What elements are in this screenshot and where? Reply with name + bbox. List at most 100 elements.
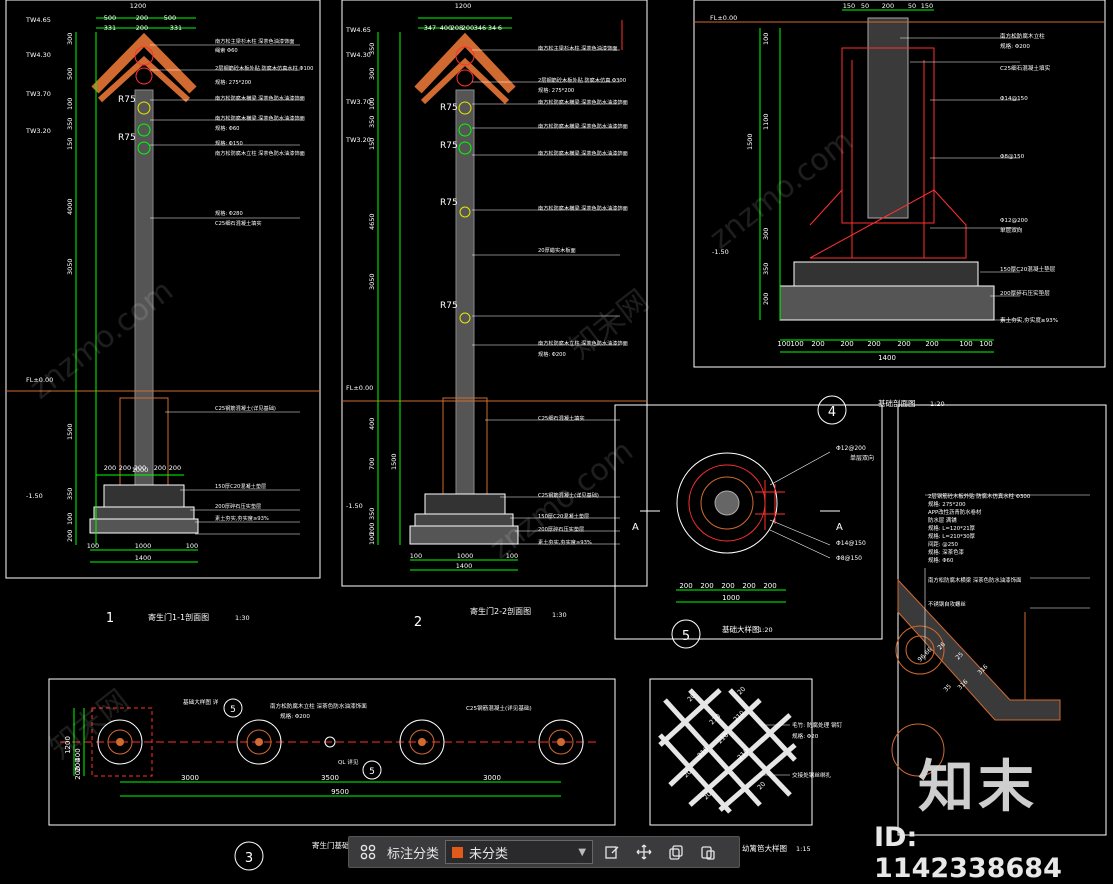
note-label: 南方松防腐木横梁 深茶色防水油漆饰面 bbox=[538, 122, 628, 130]
note-label: 规格: Φ280 bbox=[215, 209, 243, 217]
edit-icon[interactable] bbox=[599, 839, 625, 865]
level-marker: -1.50 bbox=[346, 502, 363, 510]
dimension-label: 1400 bbox=[135, 554, 152, 562]
dimension-label: 200 bbox=[867, 340, 880, 348]
note-label: 南方松防腐木立柱 深茶色防水油漆饰面 bbox=[270, 702, 367, 710]
sheet-scale: 1:30 bbox=[235, 614, 250, 622]
note-label: 素土夯实,夯实度≥93% bbox=[1000, 316, 1058, 324]
brand-id: ID: 1142338684 bbox=[874, 822, 1062, 884]
dimension-label: 100 bbox=[87, 542, 99, 550]
dimension-label: 1200 bbox=[455, 2, 472, 10]
note-label: 南方松防腐木横梁 深茶色防水油漆饰面 bbox=[928, 576, 1022, 584]
level-marker: TW4.65 bbox=[25, 16, 51, 24]
note-label: 规格: Φ200 bbox=[538, 350, 566, 358]
note-label: 防水层 满铺 bbox=[928, 516, 957, 524]
brand-logo: 知末 bbox=[918, 755, 1038, 820]
note-label: 南方松防腐木立柱 深茶色防水油漆饰面 bbox=[215, 149, 305, 157]
note-label: 规格: Φ60 bbox=[928, 556, 954, 564]
dimension-label: 150 bbox=[66, 138, 74, 150]
note-label: 规格: Φ20 bbox=[792, 732, 819, 740]
paste-icon[interactable] bbox=[695, 839, 721, 865]
dimension-label: 3050 bbox=[66, 258, 74, 275]
sheet-title: 幼篱笆大样图 bbox=[742, 843, 787, 853]
note-label: 200厚碎石压实垫层 bbox=[1000, 289, 1050, 297]
sheet-number: 5 bbox=[682, 629, 690, 644]
note-label: 南方松防腐木横梁 深茶色防水油漆饰面 bbox=[538, 204, 628, 212]
dimension-label: 200 bbox=[897, 340, 910, 348]
dimension-label: 1500 bbox=[746, 133, 754, 150]
dimension-label: 1000 bbox=[722, 594, 740, 602]
note-label: 规格: L=210*30厚 bbox=[928, 532, 976, 540]
note-label: 素土夯实,夯实度≥93% bbox=[215, 514, 269, 522]
dimension-label: 1200 bbox=[130, 2, 147, 10]
dimension-label: 200 bbox=[925, 340, 938, 348]
note-label: Φ8@150 bbox=[1000, 154, 1025, 160]
note-label: Φ12@200 bbox=[1000, 218, 1028, 224]
dimension-label: 200 bbox=[66, 530, 74, 542]
sheet-number: 4 bbox=[828, 405, 836, 420]
dimension-label: 500 bbox=[104, 14, 116, 22]
note-label: 2层钢筋砼木板外贴 防腐木仿真 Φ300 bbox=[538, 76, 626, 84]
note-label: 单层双向 bbox=[850, 454, 874, 462]
dimension-label: 350 bbox=[66, 118, 74, 130]
radius-label: R75 bbox=[440, 103, 458, 113]
dimension-label: 350 bbox=[368, 508, 376, 520]
category-color-swatch bbox=[452, 846, 464, 858]
dimension-label: 200 bbox=[762, 293, 770, 305]
note-label: 间距: @250 bbox=[928, 540, 959, 548]
dimension-label: 200 bbox=[136, 14, 148, 22]
note-label: C25细石混凝土填实 bbox=[538, 414, 585, 422]
grid-icon[interactable] bbox=[355, 839, 381, 865]
dimension-label: 100 bbox=[762, 33, 770, 45]
dimension-label: 1000 bbox=[457, 552, 474, 560]
note-label: 2层钢筋砼木板外贴 防腐木仿真水柱 Φ100 bbox=[215, 64, 313, 72]
dimension-label: 200 bbox=[811, 340, 824, 348]
dimension-label: 700 bbox=[368, 458, 376, 470]
level-marker: TW4.30 bbox=[25, 51, 51, 59]
note-label: 绳索 Φ60 bbox=[215, 46, 238, 54]
dimension-label: 350 bbox=[762, 263, 770, 275]
dimension-label: 4000 bbox=[66, 198, 74, 215]
move-icon[interactable] bbox=[631, 839, 657, 865]
dimension-label: 3000 bbox=[483, 774, 501, 782]
dimension-label: 20 bbox=[756, 780, 768, 792]
dimension-label: 350 bbox=[368, 43, 376, 55]
dimension-label: 350 bbox=[368, 116, 376, 128]
dimension-label: 200 bbox=[679, 582, 692, 590]
note-label: 150厚C20混凝土垫层 bbox=[1000, 265, 1056, 273]
watermark-text: znzmo.com bbox=[703, 123, 859, 256]
dimension-label: 200 bbox=[462, 24, 474, 32]
dimension-label: 200 bbox=[840, 340, 853, 348]
level-marker: TW3.20 bbox=[25, 127, 51, 135]
detail-mark: 5 bbox=[230, 705, 236, 715]
note-label: Φ12@200 bbox=[836, 445, 866, 452]
sheet-number: 3 bbox=[245, 851, 253, 866]
note-label: C25钢筋混凝土(详见基础) bbox=[215, 404, 276, 412]
note-label: 规格: 深茶色漆 bbox=[928, 548, 964, 556]
radius-label: R75 bbox=[440, 301, 458, 311]
dimension-label: 3000 bbox=[181, 774, 199, 782]
annotation-toolbar: 标注分类 未分类 ▼ bbox=[348, 836, 740, 868]
watermark-text: znzmo.com bbox=[483, 433, 639, 566]
note-label: 素土夯实,夯实度≥93% bbox=[538, 538, 592, 546]
dimension-label: 200 bbox=[700, 582, 713, 590]
dimension-label: 346 bbox=[474, 24, 486, 32]
note-label: 规格: 275*200 bbox=[928, 500, 966, 508]
dimension-label: 100 bbox=[368, 533, 376, 545]
level-marker: FL±0.00 bbox=[346, 384, 373, 392]
detail-mark: 5 bbox=[369, 767, 375, 777]
note-label: 规格: Φ200 bbox=[1000, 42, 1030, 50]
sheet-number: 1 bbox=[106, 611, 114, 626]
sheet-scale: 1:20 bbox=[930, 400, 945, 408]
copy-icon[interactable] bbox=[663, 839, 689, 865]
note-label: 南方松防腐木横梁 深茶色防水油漆饰面 bbox=[538, 149, 628, 157]
category-select[interactable]: 未分类 ▼ bbox=[445, 840, 594, 864]
dimension-label: 35 bbox=[942, 683, 952, 693]
note-label: 规格: 275*200 bbox=[215, 78, 251, 86]
dimension-label: 331 bbox=[170, 24, 182, 32]
dimension-label: 210 bbox=[732, 709, 746, 723]
dimension-label: 300 bbox=[368, 68, 376, 80]
dimension-label: 9500 bbox=[331, 788, 349, 796]
note-label: Φ14@150 bbox=[836, 540, 866, 547]
dimension-label: 1000 bbox=[135, 542, 152, 550]
